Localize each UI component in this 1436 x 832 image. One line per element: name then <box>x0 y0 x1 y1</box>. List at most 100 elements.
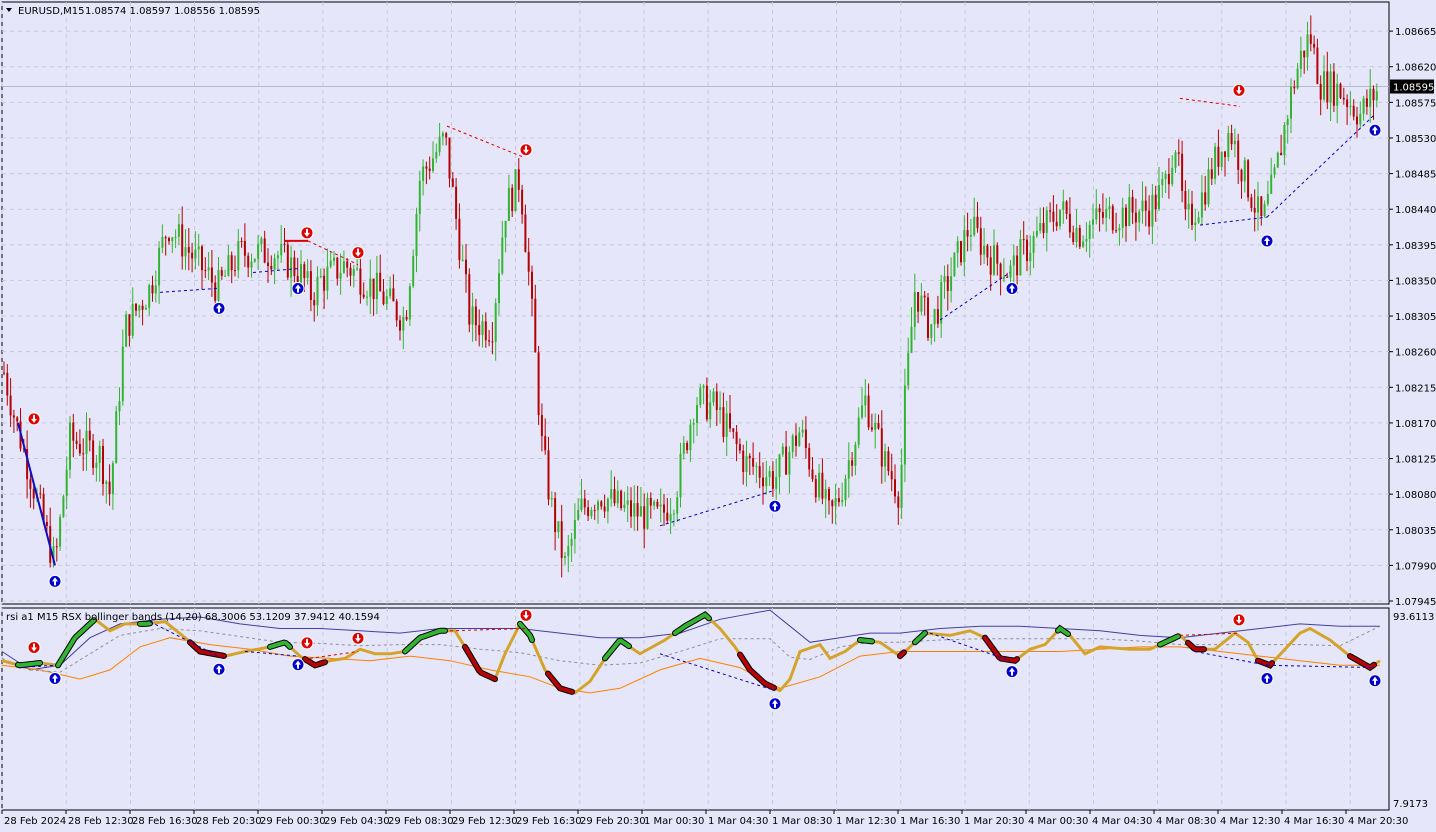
time-tick-label: 29 Feb 08:30 <box>388 816 454 827</box>
candle-body <box>428 168 431 171</box>
candle-body <box>712 391 715 403</box>
candle-body <box>151 285 154 294</box>
candle-body <box>887 451 890 472</box>
candle-body <box>399 320 401 331</box>
candle-body <box>715 391 718 411</box>
candle-body <box>498 273 500 304</box>
candle-body <box>1352 105 1355 117</box>
candle-body <box>45 521 48 527</box>
candle-body <box>1164 173 1167 179</box>
candle-body <box>250 261 253 268</box>
candle-body <box>128 314 131 336</box>
candle-body <box>1039 222 1042 231</box>
candle-body <box>1121 207 1124 228</box>
candle-body <box>626 500 629 505</box>
candle-body <box>32 488 35 499</box>
indicator-scale-bottom: 7.9173 <box>1393 799 1428 810</box>
candle-body <box>1125 207 1127 227</box>
candle-body <box>1049 210 1052 212</box>
candle-body <box>534 298 537 353</box>
candle-body <box>201 246 203 271</box>
candle-body <box>692 423 695 425</box>
candle-body <box>214 282 217 301</box>
candle-body <box>719 407 722 411</box>
candle-body <box>1220 151 1223 167</box>
candle-body <box>243 240 246 256</box>
candle-body <box>1101 212 1104 218</box>
candle-body <box>1270 174 1273 194</box>
candle-body <box>511 187 514 212</box>
candle-body <box>6 372 9 396</box>
candle-body <box>1177 152 1180 154</box>
candle-body <box>966 230 969 237</box>
candle-body <box>742 450 745 472</box>
candle-body <box>907 352 910 386</box>
candle-body <box>917 292 920 312</box>
time-tick-label: 29 Feb 00:30 <box>260 816 326 827</box>
candle-body <box>864 395 867 406</box>
candle-body <box>323 276 326 291</box>
candle-body <box>956 241 959 253</box>
time-tick-label: 1 Mar 16:30 <box>900 816 960 827</box>
candle-body <box>1095 208 1098 220</box>
candle-body <box>230 255 233 271</box>
candle-body <box>791 435 794 453</box>
candle-body <box>501 237 504 274</box>
candle-body <box>1293 87 1296 89</box>
candle-body <box>524 214 527 252</box>
candle-body <box>1313 43 1316 48</box>
candle-body <box>1306 34 1309 58</box>
candle-body <box>1154 194 1157 210</box>
price-tick-label: 1.08485 <box>1395 170 1436 181</box>
candle-body <box>69 422 71 470</box>
candle-body <box>326 266 329 291</box>
candle-body <box>808 447 811 470</box>
candle-body <box>1296 68 1299 89</box>
candle-body <box>102 445 104 485</box>
candle-body <box>1115 230 1118 232</box>
candle-body <box>768 471 771 478</box>
candle-body <box>531 271 533 299</box>
candle-body <box>1171 167 1174 185</box>
candle-body <box>1055 221 1058 227</box>
candle-body <box>105 481 108 485</box>
candle-body <box>606 498 609 512</box>
time-tick-label: 4 Mar 16:30 <box>1284 816 1344 827</box>
candle-body <box>471 306 474 325</box>
candle-body <box>540 414 543 437</box>
time-tick-label: 1 Mar 12:30 <box>836 816 896 827</box>
time-tick-label: 4 Mar 20:30 <box>1348 816 1408 827</box>
candle-body <box>573 519 576 539</box>
candle-body <box>296 276 299 283</box>
candle-body <box>306 271 309 278</box>
candle-body <box>778 454 781 478</box>
candle-body <box>379 272 382 292</box>
candle-body <box>118 401 121 412</box>
candle-body <box>560 521 563 558</box>
candle-body <box>689 424 692 451</box>
trading-chart[interactable]: EURUSD,M15 1.08574 1.08597 1.08556 1.085… <box>0 0 1436 832</box>
candle-body <box>550 498 553 500</box>
candle-body <box>1131 197 1134 213</box>
time-tick-label: 1 Mar 00:30 <box>644 816 704 827</box>
ohlc-label: 1.08574 1.08597 1.08556 1.08595 <box>85 6 260 17</box>
candle-body <box>425 166 428 169</box>
time-tick-label: 1 Mar 20:30 <box>964 816 1024 827</box>
candle-body <box>263 238 266 263</box>
candle-body <box>1362 98 1365 114</box>
candle-body <box>1072 232 1075 242</box>
candle-body <box>1247 160 1250 198</box>
candle-body <box>1092 219 1094 225</box>
candle-body <box>795 435 797 446</box>
candle-body <box>1356 116 1358 125</box>
candle-body <box>62 496 65 517</box>
candle-body <box>775 477 778 489</box>
candle-body <box>405 317 408 320</box>
candle-body <box>940 282 943 324</box>
candle-body <box>517 169 520 190</box>
candle-body <box>890 471 893 480</box>
candle-body <box>72 422 75 441</box>
candle-body <box>798 432 801 446</box>
candle-body <box>362 294 365 298</box>
rsx-highlight-segment <box>898 650 906 659</box>
